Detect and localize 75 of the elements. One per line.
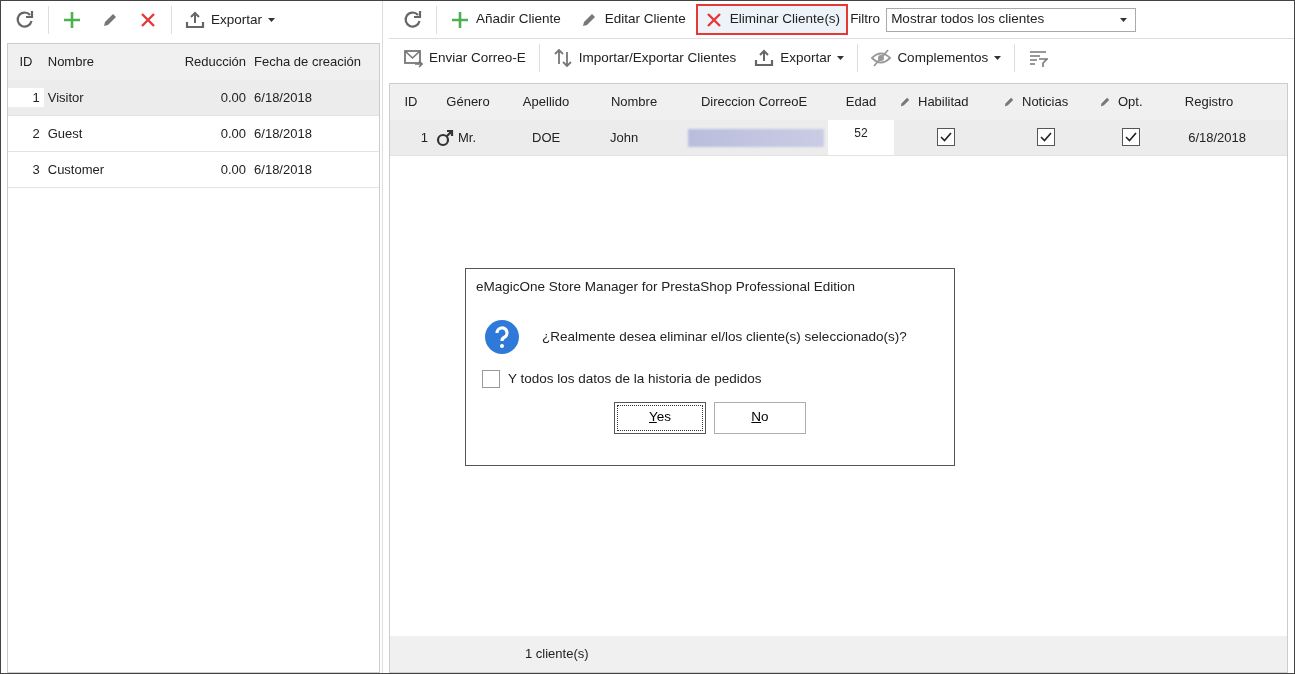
- table-cell-text: 1: [419, 128, 429, 147]
- refresh-icon: [403, 9, 423, 30]
- table-cell-text: 6/18/2018: [253, 160, 313, 179]
- checkbox-label: Y todos los datos de la historia de pedidos: [508, 370, 762, 389]
- pencil-icon: [1098, 95, 1112, 109]
- checkbox[interactable]: [1037, 127, 1055, 146]
- table-cell-text: Mr.: [458, 128, 477, 147]
- caret-icon: [1120, 17, 1128, 22]
- dialog-title: eMagicOne Store Manager for PrestaShop Professional Edition: [476, 278, 856, 296]
- dialog-message: ¿Realmente desea eliminar el/los cliente(s) seleccionado(s)?: [542, 328, 907, 347]
- table-cell-text: 6/18/2018: [1187, 128, 1247, 147]
- table-cell-text: 3: [31, 160, 41, 179]
- delete-button[interactable]: Eliminar Cliente(s): [695, 4, 849, 35]
- table-cell-text: John: [609, 128, 640, 147]
- table-cell: 52: [828, 120, 894, 155]
- arrows-icon: [552, 48, 573, 68]
- caret-icon: [268, 18, 276, 22]
- table-cell-text: 0.00: [219, 160, 248, 179]
- mail-button[interactable]: Enviar Correo-E: [395, 42, 534, 74]
- refresh-icon: [15, 10, 35, 30]
- table-cell-text: Guest: [46, 124, 84, 143]
- column-header[interactable]: Noticias: [998, 92, 1094, 112]
- add-button[interactable]: Añadir Cliente: [442, 4, 569, 35]
- plus-icon: [62, 10, 82, 30]
- column-header[interactable]: Edad: [828, 92, 894, 112]
- upload-icon: [185, 10, 205, 30]
- table-row[interactable]: 1 Mr. DOE John 52 6/18/2018: [390, 120, 1287, 156]
- checkbox[interactable]: [937, 127, 955, 146]
- pencil-icon: [1002, 95, 1016, 109]
- column-header[interactable]: Nombre: [588, 92, 680, 112]
- table-cell-text: 6/18/2018: [253, 88, 313, 107]
- table-row[interactable]: 2 Guest 0.00 6/18/2018: [8, 116, 379, 152]
- hidden-eye-icon: [871, 48, 892, 68]
- addons-button[interactable]: Complementos: [863, 42, 1010, 74]
- column-header[interactable]: Direccion CorreoE: [680, 92, 828, 112]
- envelope-icon: [403, 48, 423, 68]
- column-header[interactable]: Apellido: [504, 92, 588, 112]
- male-symbol-icon: [436, 128, 454, 147]
- export-button[interactable]: Exportar: [177, 4, 284, 36]
- table-row[interactable]: 1 Visitor 0.00 6/18/2018: [8, 80, 379, 116]
- export-button[interactable]: Exportar: [746, 42, 853, 74]
- dialog-button[interactable]: No: [714, 401, 806, 434]
- table-cell: 1: [8, 87, 44, 108]
- column-header[interactable]: ID: [8, 52, 44, 72]
- edit-button[interactable]: Editar Cliente: [570, 4, 694, 35]
- filter-label: Filtro: [850, 10, 881, 29]
- plus-icon: [450, 9, 470, 30]
- column-header[interactable]: Reducción: [137, 52, 251, 72]
- table-cell-text: Customer: [46, 160, 106, 179]
- caret-icon: [994, 56, 1002, 60]
- import-button[interactable]: Importar/Exportar Clientes: [544, 42, 745, 74]
- column-header[interactable]: Género: [432, 92, 504, 112]
- pencil-icon: [898, 95, 912, 109]
- question-icon: [484, 319, 520, 356]
- checkbox[interactable]: [482, 370, 500, 389]
- table-cell-text: 2: [31, 124, 41, 143]
- table-cell-text: 6/18/2018: [253, 124, 313, 143]
- column-header[interactable]: Opt.: [1094, 92, 1168, 112]
- table-cell-text: 0.00: [219, 88, 248, 107]
- upload-icon: [754, 48, 775, 68]
- table-cell-text: DOE: [531, 128, 562, 147]
- caret-icon: [837, 56, 845, 60]
- dialog-button[interactable]: Yes: [614, 401, 706, 434]
- filter-list-icon: [1028, 48, 1049, 68]
- column-header[interactable]: Fecha de creación: [250, 52, 379, 72]
- checkbox[interactable]: [1122, 127, 1140, 146]
- table-row[interactable]: 3 Customer 0.00 6/18/2018: [8, 152, 379, 188]
- record-count: 1 cliente(s): [525, 645, 589, 664]
- column-header[interactable]: Registro: [1168, 92, 1250, 112]
- table-cell-text: Visitor: [46, 88, 85, 107]
- filter-dropdown[interactable]: Mostrar todos los clientes: [886, 7, 1137, 32]
- column-header[interactable]: ID: [390, 92, 432, 112]
- table-cell-text: 0.00: [219, 124, 248, 143]
- column-header[interactable]: Habilitad: [894, 92, 998, 112]
- column-header[interactable]: Nombre: [43, 52, 137, 72]
